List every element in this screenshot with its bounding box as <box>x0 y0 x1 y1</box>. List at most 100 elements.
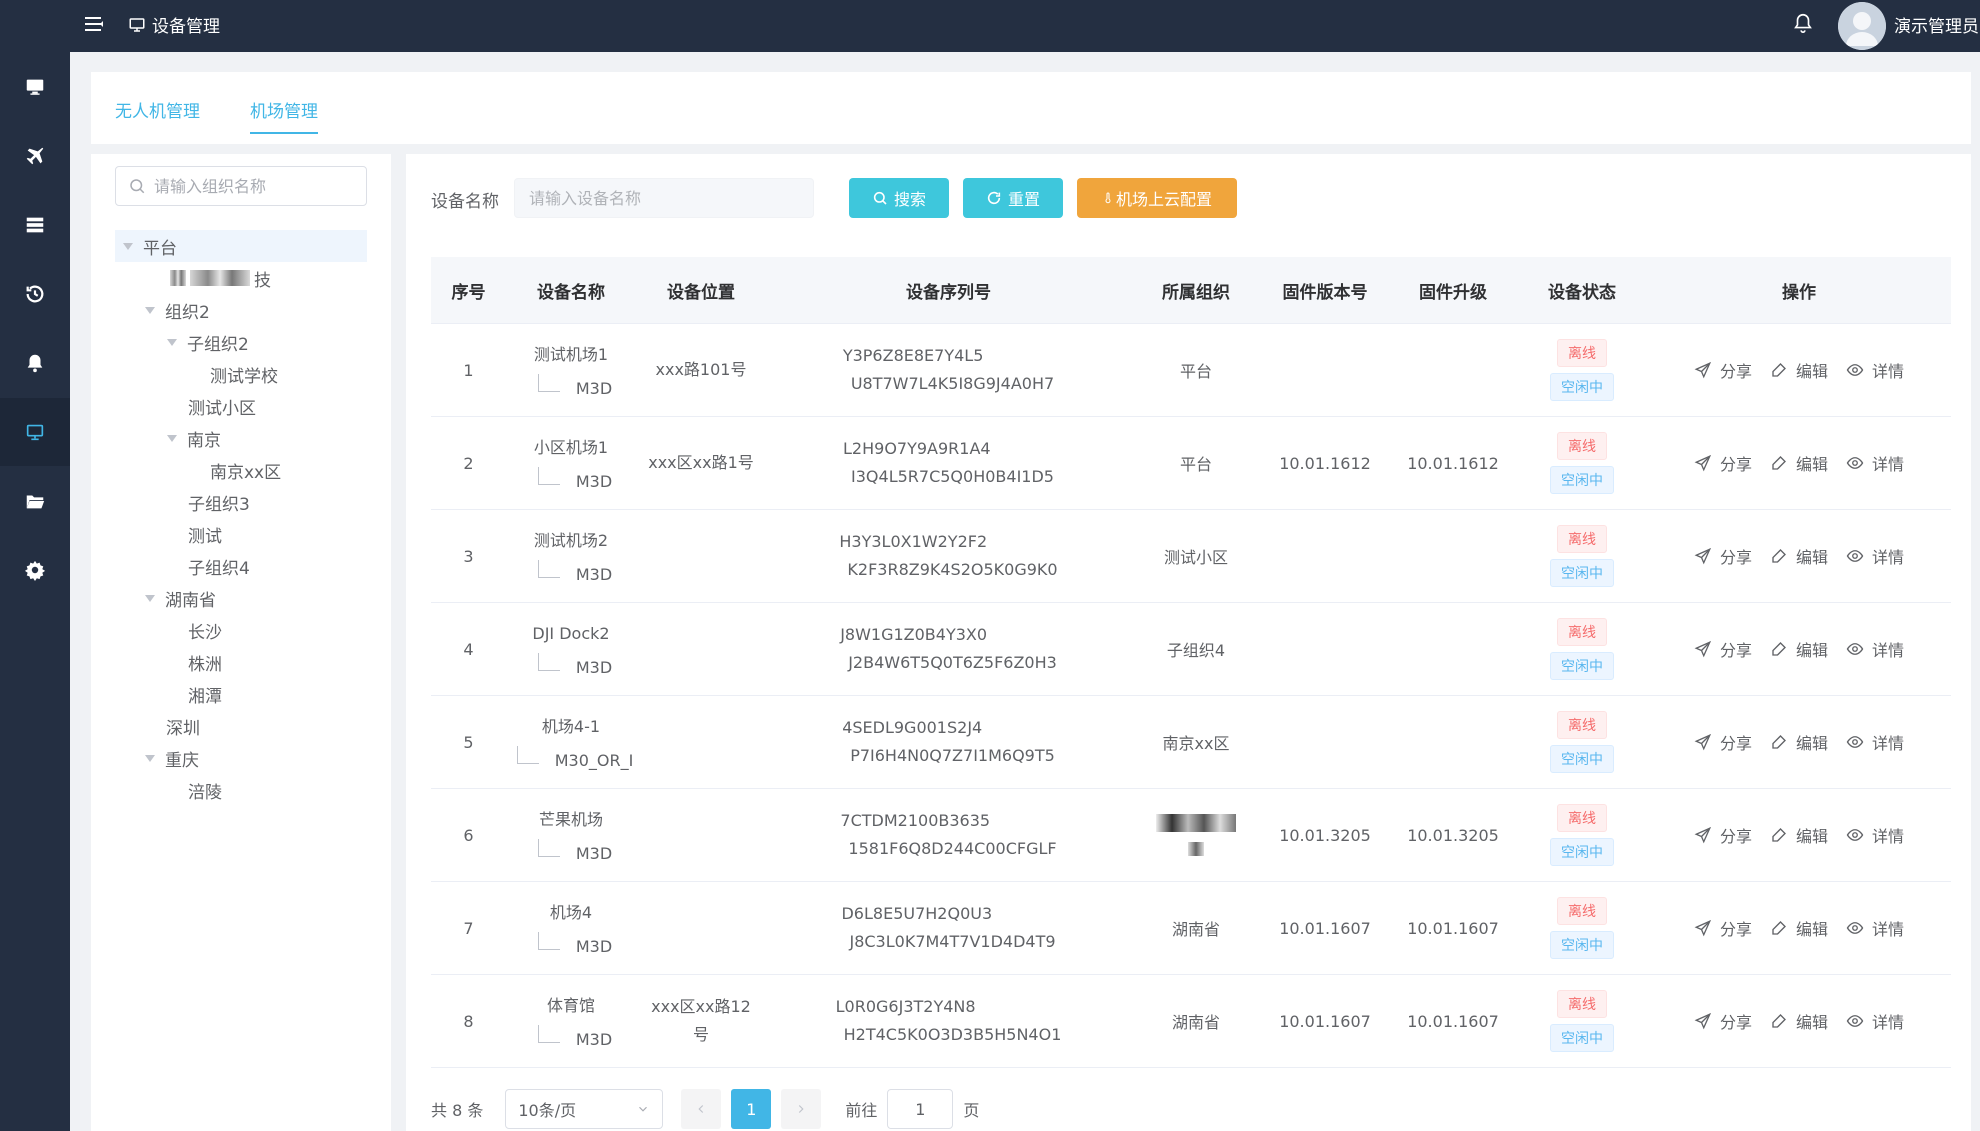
col-header-upgrade: 固件升级 <box>1419 282 1487 303</box>
sidebar-item-files[interactable] <box>0 467 70 535</box>
sidebar-item-devices[interactable] <box>0 398 70 466</box>
status-badge-offline: 离线 <box>1557 990 1607 1018</box>
cell-upgrade: 10.01.3205 <box>1407 825 1499 845</box>
tree-node-suborg2[interactable]: 子组织2 <box>167 326 249 358</box>
share-button[interactable]: 分享 <box>1694 451 1752 475</box>
edit-button[interactable]: 编辑 <box>1770 451 1828 475</box>
caret-down-icon[interactable] <box>145 594 155 602</box>
tree-node-nanjing[interactable]: 南京 <box>167 422 221 454</box>
tree-node-test[interactable]: 测试 <box>188 518 222 550</box>
tab-airport-management[interactable]: 机场管理 <box>250 97 318 134</box>
edit-button[interactable]: 编辑 <box>1770 544 1828 568</box>
detail-button[interactable]: 详情 <box>1846 544 1904 568</box>
tabs-bar: 无人机管理 机场管理 <box>91 72 1971 144</box>
redacted-text <box>1156 814 1236 832</box>
tree-elbow-line <box>537 932 560 950</box>
share-button[interactable]: 分享 <box>1694 358 1752 382</box>
status-badge-offline: 离线 <box>1557 618 1607 646</box>
tree-node-suborg3[interactable]: 子组织3 <box>188 486 250 518</box>
tab-drone-management[interactable]: 无人机管理 <box>115 97 200 122</box>
share-button[interactable]: 分享 <box>1694 730 1752 754</box>
tree-node-test-community[interactable]: 测试小区 <box>188 390 256 422</box>
tree-node-shenzhen[interactable]: 深圳 <box>166 710 200 742</box>
col-header-serial: 设备序列号 <box>906 282 991 303</box>
sidebar-item-drones[interactable] <box>0 122 70 190</box>
tree-node-xiangtan[interactable]: 湘潭 <box>188 678 222 710</box>
menu-toggle-icon[interactable] <box>84 14 104 34</box>
sidebar-item-alerts[interactable] <box>0 329 70 397</box>
caret-down-icon[interactable] <box>145 306 155 314</box>
tree-node-suborg4[interactable]: 子组织4 <box>188 550 250 582</box>
user-name[interactable]: 演示管理员 <box>1894 12 1979 37</box>
edit-button[interactable]: 编辑 <box>1770 1009 1828 1033</box>
total-count: 共 8 条 <box>431 1101 484 1120</box>
eye-icon <box>1846 736 1864 748</box>
avatar[interactable] <box>1838 2 1886 50</box>
share-button[interactable]: 分享 <box>1694 823 1752 847</box>
caret-down-icon[interactable] <box>145 754 155 762</box>
sidebar-item-history[interactable] <box>0 260 70 328</box>
prev-page-button[interactable] <box>681 1089 722 1129</box>
serial-drone: U8T7W7L4K5I8G9J4A0H7 <box>850 374 1055 393</box>
cell-upgrade: 10.01.1612 <box>1407 453 1499 473</box>
share-button[interactable]: 分享 <box>1694 544 1752 568</box>
cell-device-name: 测试机场2 M3D <box>506 528 636 584</box>
page-size-select[interactable]: 10条/页 <box>505 1089 664 1129</box>
device-name: 机场4 <box>549 903 593 922</box>
sidebar-item-dashboard[interactable] <box>0 53 70 121</box>
cell-org: 子组织4 <box>1166 641 1226 660</box>
detail-button[interactable]: 详情 <box>1846 358 1904 382</box>
tree-node-org2[interactable]: 组织2 <box>145 294 210 326</box>
tree-node-zhuzhou[interactable]: 株洲 <box>188 646 222 678</box>
tree-node-hunan[interactable]: 湖南省 <box>145 582 216 614</box>
goto-label: 前往 <box>845 1101 878 1120</box>
caret-down-icon[interactable] <box>167 434 177 442</box>
caret-down-icon[interactable] <box>123 242 133 250</box>
history-icon <box>26 285 44 303</box>
table-row: 3 测试机场2 M3D H3Y3L0X1W2Y2F2 K2F3R8Z9K4S2O5K0G… <box>431 510 1951 603</box>
device-name-input[interactable] <box>514 178 814 218</box>
share-button[interactable]: 分享 <box>1694 637 1752 661</box>
search-button[interactable]: 搜索 <box>849 178 949 218</box>
cell-org: 南京xx区 <box>1162 734 1230 753</box>
tree-node-test-school[interactable]: 测试学校 <box>210 358 278 390</box>
table-row: 7 机场4 M3D D6L8E5U7H2Q0U3 J8C3L0K7M4T7V1D4D4T… <box>431 882 1951 975</box>
edit-button[interactable]: 编辑 <box>1770 730 1828 754</box>
share-button[interactable]: 分享 <box>1694 1009 1752 1033</box>
tree-node-nanjing-district[interactable]: 南京xx区 <box>210 454 281 486</box>
notification-bell-icon[interactable] <box>1792 11 1814 35</box>
tree-node-platform[interactable]: 平台 <box>115 230 367 262</box>
cell-firmware: 10.01.1612 <box>1279 453 1371 473</box>
edit-button[interactable]: 编辑 <box>1770 358 1828 382</box>
edit-button[interactable]: 编辑 <box>1770 823 1828 847</box>
detail-button[interactable]: 详情 <box>1846 451 1904 475</box>
tree-node-chongqing[interactable]: 重庆 <box>145 742 199 774</box>
cell-status: 离线 空闲中 <box>1517 801 1647 869</box>
serial-drone: J8C3L0K7M4T7V1D4D4T9 <box>849 932 1056 951</box>
device-name: 测试机场1 <box>533 345 609 364</box>
caret-down-icon[interactable] <box>167 338 177 346</box>
col-header-org: 所属组织 <box>1162 282 1230 303</box>
detail-button[interactable]: 详情 <box>1846 730 1904 754</box>
tree-node-changsha[interactable]: 长沙 <box>188 614 222 646</box>
detail-button[interactable]: 详情 <box>1846 823 1904 847</box>
edit-button[interactable]: 编辑 <box>1770 637 1828 661</box>
next-page-button[interactable] <box>781 1089 822 1129</box>
page-number-button[interactable]: 1 <box>731 1089 772 1129</box>
tree-node-fuling[interactable]: 涪陵 <box>188 774 222 806</box>
detail-button[interactable]: 详情 <box>1846 1009 1904 1033</box>
share-button[interactable]: 分享 <box>1694 916 1752 940</box>
detail-button[interactable]: 详情 <box>1846 637 1904 661</box>
sidebar-item-servers[interactable] <box>0 191 70 259</box>
tree-node-blurred[interactable]: 技 <box>170 262 271 294</box>
status-badge-idle: 空闲中 <box>1550 838 1614 866</box>
detail-button[interactable]: 详情 <box>1846 916 1904 940</box>
reset-button[interactable]: 重置 <box>963 178 1063 218</box>
org-search-input[interactable] <box>154 176 354 196</box>
sidebar-item-settings[interactable] <box>0 536 70 604</box>
cell-serial: 4SEDL9G001S2J4 P7I6H4N0Q7Z7I1M6Q9T5 <box>766 714 1131 770</box>
goto-page-input[interactable] <box>887 1089 954 1129</box>
edit-button[interactable]: 编辑 <box>1770 916 1828 940</box>
airport-cloud-config-button[interactable]: 机场上云配置 <box>1077 178 1237 218</box>
cell-upgrade: 10.01.1607 <box>1407 918 1499 938</box>
